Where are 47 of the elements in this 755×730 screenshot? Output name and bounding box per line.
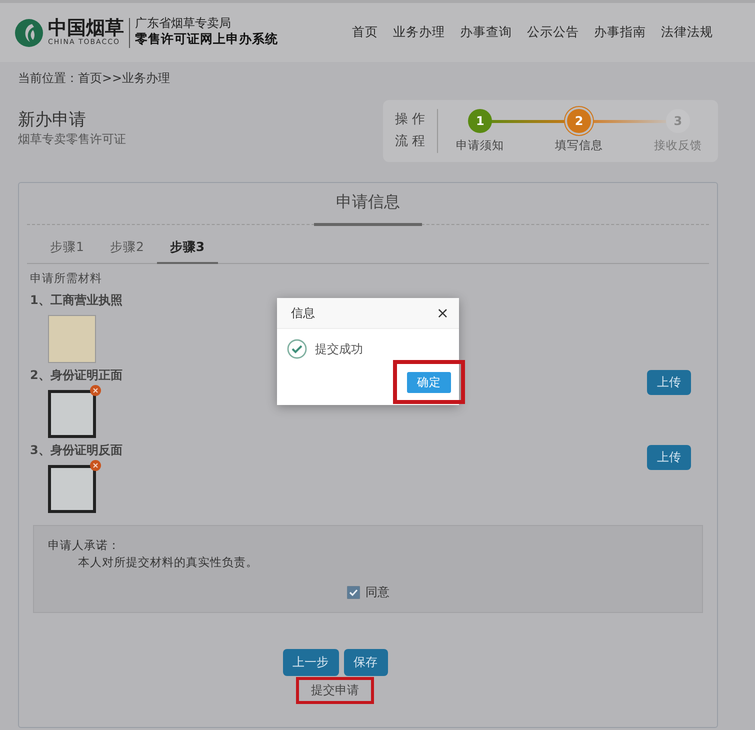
system-name: 零售许可证网上申办系统 bbox=[135, 30, 278, 48]
dialog-message: 提交成功 bbox=[315, 340, 363, 358]
logo-text: 中国烟草 bbox=[48, 19, 124, 38]
nav-link[interactable]: 法律法规 bbox=[661, 24, 713, 41]
nav-link[interactable]: 办事指南 bbox=[594, 24, 646, 41]
success-check-icon bbox=[287, 339, 307, 359]
step-number: 3 bbox=[666, 109, 690, 133]
card-heading: 申请信息 bbox=[314, 192, 422, 226]
pledge-title: 申请人承诺： bbox=[48, 538, 121, 553]
nav-link[interactable]: 业务办理 bbox=[393, 24, 445, 41]
step-number: 1 bbox=[468, 109, 492, 133]
step-tab[interactable]: 步骤3 bbox=[156, 233, 218, 264]
upload-button[interactable]: 上传 bbox=[647, 370, 691, 395]
step-tab[interactable]: 步骤1 bbox=[37, 233, 97, 264]
page-subtitle: 烟草专卖零售许可证 bbox=[18, 131, 126, 148]
dialog-title: 信息 bbox=[291, 304, 315, 322]
close-button[interactable]: × bbox=[436, 304, 449, 322]
action-button[interactable]: 上一步 bbox=[282, 649, 338, 676]
section-label: 申请所需材料 bbox=[30, 271, 103, 286]
submit-button[interactable]: 提交申请 bbox=[299, 680, 371, 701]
agree-label: 同意 bbox=[366, 584, 390, 601]
nav-link[interactable]: 首页 bbox=[352, 24, 378, 41]
remove-icon[interactable] bbox=[90, 385, 101, 396]
step-label: 申请须知 bbox=[456, 138, 504, 153]
remove-icon[interactable] bbox=[90, 460, 101, 471]
step-number: 2 bbox=[567, 109, 592, 133]
step-label: 接收反馈 bbox=[654, 138, 702, 153]
checkbox[interactable] bbox=[346, 586, 360, 599]
upload-button[interactable]: 上传 bbox=[647, 445, 691, 470]
material-label: 3、身份证明反面 bbox=[30, 442, 122, 459]
breadcrumb: 当前位置：首页>>业务办理 bbox=[18, 70, 172, 87]
page-title: 新办申请 bbox=[18, 109, 87, 131]
nav-link[interactable]: 公示公告 bbox=[527, 24, 579, 41]
pledge-text: 本人对所提交材料的真实性负责。 bbox=[78, 555, 259, 570]
step-tab[interactable]: 步骤2 bbox=[96, 233, 157, 264]
step-label: 填写信息 bbox=[555, 138, 604, 153]
action-button[interactable]: 保存 bbox=[344, 649, 388, 676]
photo-placeholder bbox=[48, 390, 96, 438]
process-label: 流 程 bbox=[395, 133, 426, 151]
material-label: 1、工商营业执照 bbox=[30, 292, 122, 309]
photo-placeholder bbox=[48, 315, 96, 363]
photo-placeholder bbox=[48, 465, 96, 513]
material-label: 2、身份证明正面 bbox=[30, 367, 122, 384]
leaf-logo-icon bbox=[14, 18, 44, 48]
organization-name: 广东省烟草专卖局 bbox=[135, 17, 232, 31]
process-label: 操 作 bbox=[395, 111, 426, 129]
nav-link[interactable]: 办事查询 bbox=[460, 24, 512, 41]
